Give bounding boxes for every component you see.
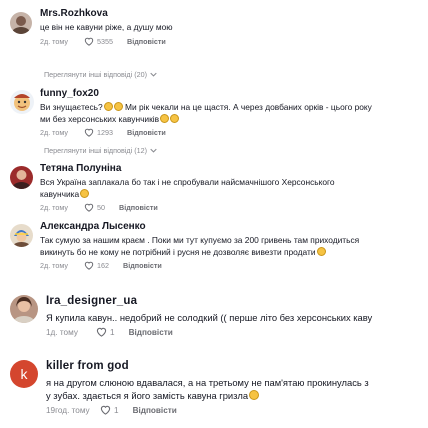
sad-emoji-icon xyxy=(160,113,170,123)
like-button[interactable]: 1293 xyxy=(84,128,113,137)
avatar[interactable] xyxy=(10,12,32,34)
comment-text: Так сумую за нашим краєм . Поки ми тут к… xyxy=(40,235,424,258)
comment-text: я на другом слюною вдавалася, а на треть… xyxy=(46,376,424,402)
comment-meta: 2д. тому 1293 Відповісти xyxy=(40,128,424,137)
comment-username[interactable]: Тетяна Полуніна xyxy=(40,163,424,175)
reply-button[interactable]: Відповісти xyxy=(123,261,162,270)
comment-meta: 1д. тому 1 Відповісти xyxy=(46,327,424,337)
reply-button[interactable]: Відповісти xyxy=(129,328,173,337)
comment-text: Вся Україна заплакала бо так і не спробу… xyxy=(40,177,424,200)
avatar[interactable] xyxy=(10,224,33,247)
comment-time: 2д. тому xyxy=(40,128,69,137)
like-count: 162 xyxy=(97,261,109,270)
comment-text: Ви знущаєтесь? Ми рік чекали на це щастя… xyxy=(40,102,424,125)
comment-meta: 19год. тому 1 Відповісти xyxy=(46,405,424,415)
chevron-down-icon xyxy=(150,148,157,153)
comment-username[interactable]: Mrs.Rozhkova xyxy=(40,8,424,20)
comment-username[interactable]: killer from god xyxy=(46,359,424,373)
crying-emoji-icon xyxy=(170,113,180,123)
avatar[interactable] xyxy=(10,295,38,323)
like-button[interactable]: 1 xyxy=(100,405,119,415)
chevron-down-icon xyxy=(150,72,157,77)
comment-time: 2д. тому xyxy=(40,203,69,212)
reply-button[interactable]: Відповісти xyxy=(119,203,158,212)
view-more-replies[interactable]: Переглянути інші відповіді (12) xyxy=(44,146,157,155)
view-more-replies[interactable]: Переглянути інші відповіді (20) xyxy=(44,70,157,79)
heart-icon xyxy=(84,261,94,270)
view-more-replies-label: Переглянути інші відповіді (12) xyxy=(44,146,147,155)
laughing-emoji-icon xyxy=(249,390,260,400)
comment-text-part: Так сумую за нашим краєм . Поки ми тут к… xyxy=(40,235,360,257)
like-button[interactable]: 162 xyxy=(84,261,109,270)
crying-emoji-icon xyxy=(113,102,123,111)
reply-button[interactable]: Відповісти xyxy=(127,37,166,46)
view-more-replies-label: Переглянути інші відповіді (20) xyxy=(44,70,147,79)
comment-meta: 2д. тому 162 Відповісти xyxy=(40,261,424,270)
comment-username[interactable]: Ira_designer_ua xyxy=(46,294,424,308)
comment-time: 2д. тому xyxy=(40,261,69,270)
like-count: 1 xyxy=(110,327,115,337)
like-count: 1 xyxy=(114,405,119,415)
comment-time: 2д. тому xyxy=(40,36,69,46)
comment-text-part: я на другом слюною вдавалася, а на треть… xyxy=(46,377,369,401)
reply-button[interactable]: Відповісти xyxy=(127,128,166,137)
comment-text: це він не кавуни ріже, а душу мою xyxy=(40,22,173,32)
comment-text-part: Ви знущаєтесь? xyxy=(40,102,103,112)
comment-time: 19год. тому xyxy=(46,405,90,415)
comment-meta: 2д. тому 5355 Відповісти xyxy=(40,37,424,46)
comment-meta: 2д. тому 50 Відповісти xyxy=(40,203,424,212)
heart-icon xyxy=(100,405,111,415)
like-button[interactable]: 1 xyxy=(96,327,115,337)
avatar[interactable] xyxy=(10,90,34,114)
crying-emoji-icon xyxy=(316,246,326,256)
crying-emoji-icon xyxy=(103,102,113,111)
like-button[interactable]: 5355 xyxy=(84,37,113,46)
like-count: 1293 xyxy=(97,128,113,137)
like-count: 5355 xyxy=(97,36,113,46)
heart-icon xyxy=(96,327,107,337)
reply-button[interactable]: Відповісти xyxy=(133,406,177,415)
avatar[interactable]: k xyxy=(10,360,38,388)
comment-time: 1д. тому xyxy=(46,327,78,337)
like-count: 50 xyxy=(97,203,105,212)
crying-emoji-icon xyxy=(80,188,90,198)
like-button[interactable]: 50 xyxy=(84,203,105,212)
heart-icon xyxy=(84,128,94,137)
comment-username[interactable]: Александра Лысенко xyxy=(40,221,424,233)
avatar[interactable] xyxy=(10,166,33,189)
heart-icon xyxy=(84,37,94,46)
avatar-letter: k xyxy=(20,366,28,382)
heart-icon xyxy=(84,203,94,212)
comment-text: Я купила кавун.. недобрий не солодкий ((… xyxy=(46,312,373,323)
comment-username[interactable]: funny_fox20 xyxy=(40,88,424,100)
